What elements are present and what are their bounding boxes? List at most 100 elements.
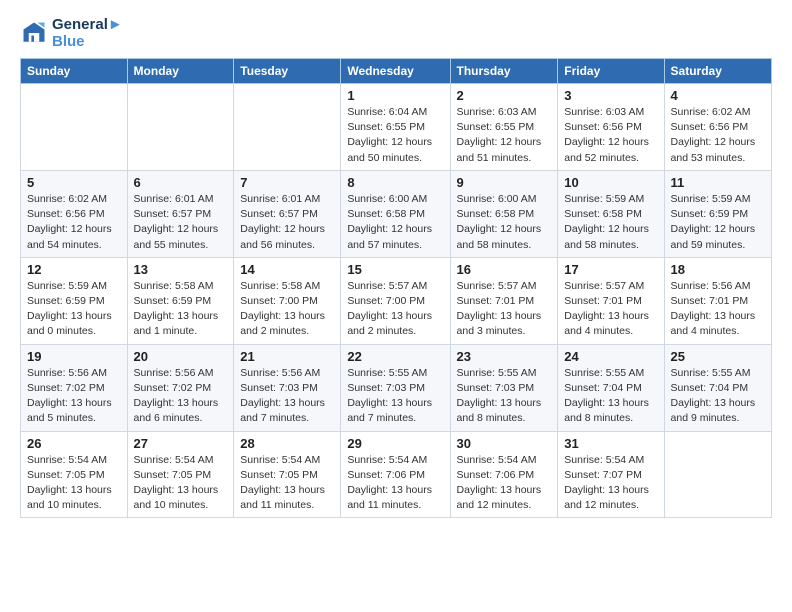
calendar-cell: 18Sunrise: 5:56 AMSunset: 7:01 PMDayligh… [664,257,771,344]
day-number: 20 [134,349,228,364]
logo-text: General► Blue [52,16,123,50]
calendar-cell [664,431,771,518]
day-number: 10 [564,175,657,190]
day-number: 29 [347,436,443,451]
day-number: 14 [240,262,334,277]
calendar-cell: 31 Sunrise: 5:54 AMSunset: 7:07 PMDayligh… [558,431,664,518]
day-number: 12 [27,262,121,277]
calendar-cell: 29 Sunrise: 5:54 AMSunset: 7:06 PMDayligh… [341,431,450,518]
day-info: Sunrise: 5:57 AMSunset: 7:01 PMDaylight:… [564,279,657,340]
calendar-cell: 19 Sunrise: 5:56 AMSunset: 7:02 PMDayligh… [21,344,128,431]
day-info: Sunrise: 5:56 AMSunset: 7:03 PMDaylight:… [240,366,334,427]
calendar-week-row: 1Sunrise: 6:04 AMSunset: 6:55 PMDaylight… [21,84,772,171]
calendar-cell: 22 Sunrise: 5:55 AMSunset: 7:03 PMDayligh… [341,344,450,431]
day-info: Sunrise: 5:55 AMSunset: 7:04 PMDaylight:… [671,366,765,427]
day-info: Sunrise: 6:01 AMSunset: 6:57 PMDaylight:… [134,192,228,253]
calendar-cell: 9 Sunrise: 6:00 AMSunset: 6:58 PMDaylight… [450,170,558,257]
day-number: 21 [240,349,334,364]
calendar-cell: 8 Sunrise: 6:00 AMSunset: 6:58 PMDaylight… [341,170,450,257]
day-info: Sunrise: 5:59 AMSunset: 6:59 PMDaylight:… [671,192,765,253]
day-number: 7 [240,175,334,190]
calendar-week-row: 19 Sunrise: 5:56 AMSunset: 7:02 PMDayligh… [21,344,772,431]
day-number: 1 [347,88,443,103]
day-number: 28 [240,436,334,451]
calendar-cell: 25 Sunrise: 5:55 AMSunset: 7:04 PMDayligh… [664,344,771,431]
day-number: 24 [564,349,657,364]
day-number: 13 [134,262,228,277]
calendar-cell: 10 Sunrise: 5:59 AMSunset: 6:58 PMDayligh… [558,170,664,257]
calendar-week-row: 26 Sunrise: 5:54 AMSunset: 7:05 PMDayligh… [21,431,772,518]
calendar-cell: 27 Sunrise: 5:54 AMSunset: 7:05 PMDayligh… [127,431,234,518]
day-number: 26 [27,436,121,451]
day-number: 17 [564,262,657,277]
calendar-week-row: 5Sunrise: 6:02 AMSunset: 6:56 PMDaylight… [21,170,772,257]
day-number: 30 [457,436,552,451]
calendar-cell: 4 Sunrise: 6:02 AMSunset: 6:56 PMDaylight… [664,84,771,171]
calendar-cell [21,84,128,171]
day-info: Sunrise: 5:54 AMSunset: 7:05 PMDaylight:… [240,453,334,514]
day-number: 25 [671,349,765,364]
logo-icon [20,19,48,47]
day-number: 15 [347,262,443,277]
calendar-cell: 17 Sunrise: 5:57 AMSunset: 7:01 PMDayligh… [558,257,664,344]
day-number: 8 [347,175,443,190]
day-info: Sunrise: 6:00 AMSunset: 6:58 PMDaylight:… [457,192,552,253]
day-number: 27 [134,436,228,451]
calendar-cell: 21 Sunrise: 5:56 AMSunset: 7:03 PMDayligh… [234,344,341,431]
calendar-header-day: Saturday [664,59,771,84]
calendar-cell: 15 Sunrise: 5:57 AMSunset: 7:00 PMDayligh… [341,257,450,344]
calendar-cell: 26 Sunrise: 5:54 AMSunset: 7:05 PMDayligh… [21,431,128,518]
day-info: Sunrise: 5:57 AMSunset: 7:01 PMDaylight:… [457,279,552,340]
day-number: 18 [671,262,765,277]
calendar-cell: 1Sunrise: 6:04 AMSunset: 6:55 PMDaylight… [341,84,450,171]
calendar-cell: 3Sunrise: 6:03 AMSunset: 6:56 PMDaylight… [558,84,664,171]
day-number: 4 [671,88,765,103]
day-info: Sunrise: 5:59 AMSunset: 6:58 PMDaylight:… [564,192,657,253]
calendar-cell [127,84,234,171]
day-info: Sunrise: 6:01 AMSunset: 6:57 PMDaylight:… [240,192,334,253]
day-info: Sunrise: 5:54 AMSunset: 7:06 PMDaylight:… [347,453,443,514]
calendar-header-row: SundayMondayTuesdayWednesdayThursdayFrid… [21,59,772,84]
day-number: 3 [564,88,657,103]
calendar-cell: 30 Sunrise: 5:54 AMSunset: 7:06 PMDayligh… [450,431,558,518]
day-number: 23 [457,349,552,364]
calendar-week-row: 12Sunrise: 5:59 AMSunset: 6:59 PMDayligh… [21,257,772,344]
day-info: Sunrise: 5:57 AMSunset: 7:00 PMDaylight:… [347,279,443,340]
calendar-cell: 14Sunrise: 5:58 AMSunset: 7:00 PMDayligh… [234,257,341,344]
day-info: Sunrise: 5:56 AMSunset: 7:02 PMDaylight:… [134,366,228,427]
day-info: Sunrise: 5:55 AMSunset: 7:03 PMDaylight:… [457,366,552,427]
day-info: Sunrise: 6:03 AMSunset: 6:55 PMDaylight:… [457,105,552,166]
calendar-cell: 11Sunrise: 5:59 AMSunset: 6:59 PMDayligh… [664,170,771,257]
day-number: 22 [347,349,443,364]
day-number: 5 [27,175,121,190]
calendar-header-day: Tuesday [234,59,341,84]
day-info: Sunrise: 5:55 AMSunset: 7:03 PMDaylight:… [347,366,443,427]
day-info: Sunrise: 5:54 AMSunset: 7:05 PMDaylight:… [27,453,121,514]
calendar-header-day: Thursday [450,59,558,84]
logo: General► Blue [20,16,123,50]
day-number: 6 [134,175,228,190]
calendar-cell: 12Sunrise: 5:59 AMSunset: 6:59 PMDayligh… [21,257,128,344]
day-info: Sunrise: 5:56 AMSunset: 7:02 PMDaylight:… [27,366,121,427]
day-info: Sunrise: 5:54 AMSunset: 7:05 PMDaylight:… [134,453,228,514]
calendar-cell: 6 Sunrise: 6:01 AMSunset: 6:57 PMDaylight… [127,170,234,257]
calendar-cell [234,84,341,171]
day-info: Sunrise: 5:54 AMSunset: 7:06 PMDaylight:… [457,453,552,514]
calendar-header-day: Sunday [21,59,128,84]
day-info: Sunrise: 5:55 AMSunset: 7:04 PMDaylight:… [564,366,657,427]
calendar-cell: 28 Sunrise: 5:54 AMSunset: 7:05 PMDayligh… [234,431,341,518]
day-info: Sunrise: 6:00 AMSunset: 6:58 PMDaylight:… [347,192,443,253]
calendar-header-day: Wednesday [341,59,450,84]
calendar-cell: 24 Sunrise: 5:55 AMSunset: 7:04 PMDayligh… [558,344,664,431]
calendar-cell: 20 Sunrise: 5:56 AMSunset: 7:02 PMDayligh… [127,344,234,431]
day-number: 16 [457,262,552,277]
day-number: 19 [27,349,121,364]
calendar: SundayMondayTuesdayWednesdayThursdayFrid… [20,58,772,518]
calendar-header-day: Friday [558,59,664,84]
calendar-cell: 23 Sunrise: 5:55 AMSunset: 7:03 PMDayligh… [450,344,558,431]
day-info: Sunrise: 6:02 AMSunset: 6:56 PMDaylight:… [671,105,765,166]
day-info: Sunrise: 5:54 AMSunset: 7:07 PMDaylight:… [564,453,657,514]
day-number: 31 [564,436,657,451]
day-number: 9 [457,175,552,190]
calendar-cell: 16 Sunrise: 5:57 AMSunset: 7:01 PMDayligh… [450,257,558,344]
